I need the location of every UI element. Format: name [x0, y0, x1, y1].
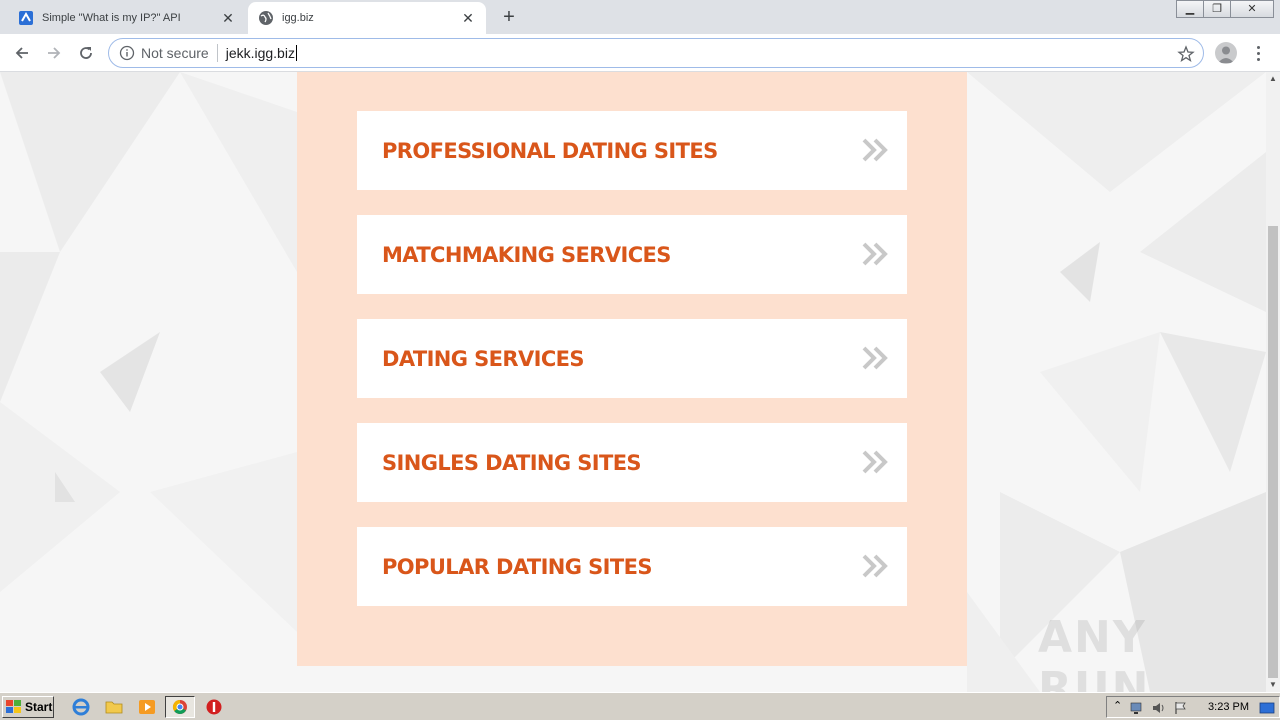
scroll-down-arrow-icon[interactable]: ▼ [1266, 678, 1280, 692]
bookmark-star-icon[interactable] [1177, 45, 1195, 63]
globe-icon [259, 11, 273, 25]
double-chevron-right-icon [862, 242, 888, 266]
menu-item-singles-dating-sites[interactable]: SINGLES DATING SITES [357, 423, 907, 502]
double-chevron-right-icon [862, 138, 888, 162]
double-chevron-right-icon [862, 346, 888, 370]
internet-explorer-icon[interactable] [72, 698, 90, 716]
double-chevron-right-icon [862, 450, 888, 474]
arrow-right-icon [48, 47, 61, 59]
browser-menu-button[interactable] [1250, 42, 1266, 64]
folder-icon[interactable] [105, 698, 123, 716]
anyrun-watermark: ANY RUN [1038, 612, 1151, 692]
stop-sign-icon[interactable] [205, 698, 223, 716]
menu-item-label: PROFESSIONAL DATING SITES [382, 138, 718, 163]
tab-title: igg.biz [282, 12, 314, 24]
menu-item-dating-services[interactable]: DATING SERVICES [357, 319, 907, 398]
close-window-button[interactable]: ✕ [1230, 0, 1274, 18]
menu-item-label: MATCHMAKING SERVICES [382, 242, 671, 267]
tab-strip: Simple "What is my IP?" API ✕ igg.biz ✕ … [0, 0, 1280, 34]
minimize-button[interactable]: ▁ [1176, 0, 1204, 18]
page-viewport: PROFESSIONAL DATING SITES MATCHMAKING SE… [0, 72, 1266, 692]
profile-avatar-icon[interactable] [1215, 42, 1237, 64]
url-text[interactable]: jekk.igg.biz [226, 45, 297, 61]
double-chevron-right-icon [862, 554, 888, 578]
system-tray: ⌃ 3:23 PM [1106, 696, 1280, 718]
scrollbar-thumb[interactable] [1268, 226, 1278, 678]
arrow-left-icon [15, 47, 28, 59]
menu-item-professional-dating-sites[interactable]: PROFESSIONAL DATING SITES [357, 111, 907, 190]
menu-dot-icon [1256, 57, 1260, 61]
forward-button[interactable] [42, 41, 66, 65]
chrome-icon [172, 699, 187, 714]
start-button[interactable]: Start [2, 696, 54, 718]
address-divider [216, 44, 218, 62]
reload-icon [80, 47, 92, 59]
browser-toolbar: Not secure jekk.igg.biz [0, 34, 1280, 72]
menu-item-label: DATING SERVICES [382, 346, 585, 371]
windows-taskbar: Start ⌃ 3:23 PM [0, 692, 1280, 720]
start-label: Start [25, 700, 53, 714]
clock[interactable]: 3:23 PM [1208, 701, 1249, 713]
new-tab-button[interactable]: + [498, 6, 520, 28]
menu-item-matchmaking-services[interactable]: MATCHMAKING SERVICES [357, 215, 907, 294]
tab-close-icon[interactable]: ✕ [220, 10, 236, 27]
menu-item-label: POPULAR DATING SITES [382, 554, 652, 579]
api-site-favicon-icon [19, 11, 33, 25]
menu-dot-icon [1256, 51, 1260, 55]
show-desktop-icon[interactable] [1259, 700, 1275, 716]
info-icon[interactable] [119, 45, 135, 61]
tab-igg-biz[interactable]: igg.biz ✕ [248, 2, 486, 34]
page-scrollbar[interactable]: ▲ ▼ [1266, 72, 1280, 692]
windows-logo-icon [6, 700, 21, 713]
menu-dot-icon [1256, 45, 1260, 49]
network-icon[interactable] [1129, 700, 1145, 716]
tray-expand-icon[interactable]: ⌃ [1113, 699, 1122, 712]
reload-button[interactable] [74, 41, 98, 65]
chrome-taskbar-button[interactable] [165, 696, 195, 718]
window-controls: ▁ ❐ ✕ [1176, 0, 1274, 18]
security-label: Not secure [141, 45, 209, 61]
flag-icon[interactable] [1173, 700, 1189, 716]
speaker-icon[interactable] [1151, 700, 1167, 716]
back-button[interactable] [10, 41, 34, 65]
dating-links-panel: PROFESSIONAL DATING SITES MATCHMAKING SE… [297, 72, 967, 666]
tab-close-icon[interactable]: ✕ [460, 10, 476, 27]
menu-item-label: SINGLES DATING SITES [382, 450, 642, 475]
tab-what-is-my-ip[interactable]: Simple "What is my IP?" API ✕ [8, 2, 246, 34]
tab-title: Simple "What is my IP?" API [42, 12, 181, 24]
restore-button[interactable]: ❐ [1203, 0, 1231, 18]
menu-item-popular-dating-sites[interactable]: POPULAR DATING SITES [357, 527, 907, 606]
media-player-icon[interactable] [138, 698, 156, 716]
address-bar[interactable]: Not secure jekk.igg.biz [108, 38, 1204, 68]
scroll-up-arrow-icon[interactable]: ▲ [1266, 72, 1280, 86]
